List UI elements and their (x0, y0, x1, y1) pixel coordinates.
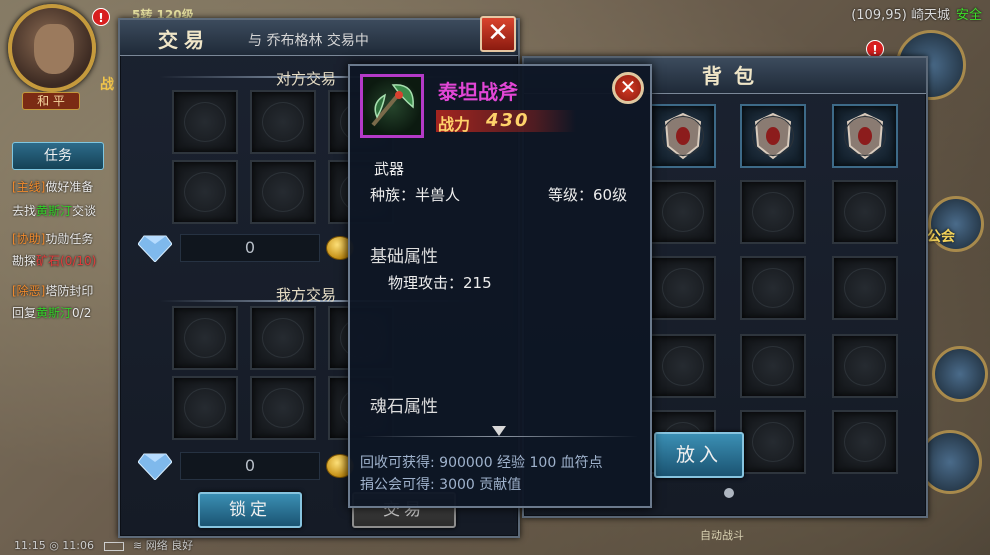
power-row: 战力 430 (436, 110, 576, 134)
guild-label: 公会 (927, 229, 955, 245)
trade-title: 交易 (158, 28, 210, 52)
physical-attack: 物理攻击：215 (388, 274, 492, 292)
other-trade-slot (172, 90, 238, 154)
recycle-reward: 回收可获得: 900000 经验 100 血符点 (360, 455, 603, 471)
my-diamond-amount[interactable]: 0 (180, 452, 320, 480)
bag-slot-armor[interactable] (832, 104, 898, 168)
item-tooltip: 泰坦战斧 战力 430 ✕ 武器 种族：半兽人 等级：60级 基础属性 物理攻击… (348, 64, 652, 508)
armor-icon (846, 112, 884, 160)
item-icon (360, 74, 424, 138)
bag-slot[interactable] (832, 410, 898, 474)
bag-slot[interactable] (650, 180, 716, 244)
quest-line-evil[interactable]: [除恶]塔防封印 (12, 282, 93, 299)
location-readout: (109,95) 崎天城 安全 (851, 4, 982, 23)
item-type: 武器 (374, 160, 405, 178)
player-portrait (34, 24, 74, 74)
bag-slot[interactable] (650, 256, 716, 320)
bag-slot[interactable] (740, 180, 806, 244)
item-level: 等级：60级 (548, 186, 628, 204)
tooltip-divider (362, 436, 638, 437)
network-status: 网络 良好 (145, 539, 194, 552)
avatar-alert-badge[interactable]: ! (92, 8, 110, 26)
diamond-icon (138, 453, 172, 480)
page-indicator-dot[interactable] (724, 488, 734, 498)
other-trade-slot (172, 160, 238, 224)
location-coords: (109,95) 崎天城 (851, 8, 950, 23)
power-label: 战力 (438, 115, 471, 134)
quest-line-assist-detail[interactable]: 勘探矿石(0/10) (12, 252, 96, 269)
auto-battle-label[interactable]: 自动战斗 (700, 527, 744, 543)
bag-slot[interactable] (740, 410, 806, 474)
diamond-icon (138, 235, 172, 262)
quest-line-main[interactable]: [主线]做好准备 (12, 178, 93, 195)
battery-icon (103, 541, 124, 551)
quest-line-main-detail[interactable]: 去找黄斯汀交谈 (12, 202, 96, 219)
lock-button[interactable]: 锁定 (198, 492, 302, 528)
my-trade-slot[interactable] (172, 306, 238, 370)
bag-slot[interactable] (650, 334, 716, 398)
my-trade-section-title: 我方交易 (276, 286, 337, 304)
wifi-icon: ≋ (133, 539, 143, 552)
quest-line-evil-detail[interactable]: 回复黄斯汀0/2 (12, 304, 91, 321)
clock-readout: 11:15 ◎ 11:06 (14, 539, 94, 552)
device-status-bar: 11:15 ◎ 11:06 ≋ 网络 良好 (14, 537, 193, 553)
bag-slot[interactable] (832, 256, 898, 320)
item-name: 泰坦战斧 (438, 80, 518, 104)
soulstone-attributes-heading: 魂石属性 (370, 397, 438, 417)
battle-axe-icon (371, 84, 414, 127)
player-avatar[interactable] (8, 4, 96, 92)
chevron-down-icon (492, 426, 506, 436)
my-trade-slot[interactable] (172, 376, 238, 440)
pk-mode-badge[interactable]: 和 平 (22, 92, 80, 110)
armor-icon (664, 112, 702, 160)
bag-slot[interactable] (740, 334, 806, 398)
put-in-button[interactable]: 放入 (654, 432, 744, 478)
bag-slot-armor[interactable] (740, 104, 806, 168)
basic-attributes-heading: 基础属性 (370, 247, 438, 267)
power-value: 430 (486, 110, 530, 131)
item-race: 种族：半兽人 (370, 186, 461, 204)
bag-slot[interactable] (832, 180, 898, 244)
bag-slot-armor[interactable] (650, 104, 716, 168)
armor-icon (754, 112, 792, 160)
battle-label: 战 (100, 77, 114, 93)
quest-tab[interactable]: 任务 (12, 142, 104, 170)
skill-icon[interactable] (932, 346, 988, 402)
close-icon[interactable]: ✕ (612, 72, 644, 104)
trade-partner-status: 与 乔布格林 交易中 (248, 33, 369, 49)
other-diamond-amount: 0 (180, 234, 320, 262)
safe-zone-label: 安全 (955, 8, 982, 23)
bag-slot[interactable] (832, 334, 898, 398)
my-trade-slot[interactable] (250, 376, 316, 440)
close-icon[interactable]: ✕ (480, 16, 516, 52)
other-trade-slot (250, 90, 316, 154)
trade-panel-header: 交易 与 乔布格林 交易中 (120, 20, 518, 56)
other-trade-slot (250, 160, 316, 224)
bag-slot[interactable] (740, 256, 806, 320)
bag-title: 背包 (702, 64, 766, 88)
guild-donate-reward: 捐公会可得: 3000 贡献值 (360, 477, 522, 493)
other-trade-section-title: 对方交易 (276, 70, 337, 88)
my-trade-slot[interactable] (250, 306, 316, 370)
quest-line-assist[interactable]: [协助]功勋任务 (12, 230, 93, 247)
